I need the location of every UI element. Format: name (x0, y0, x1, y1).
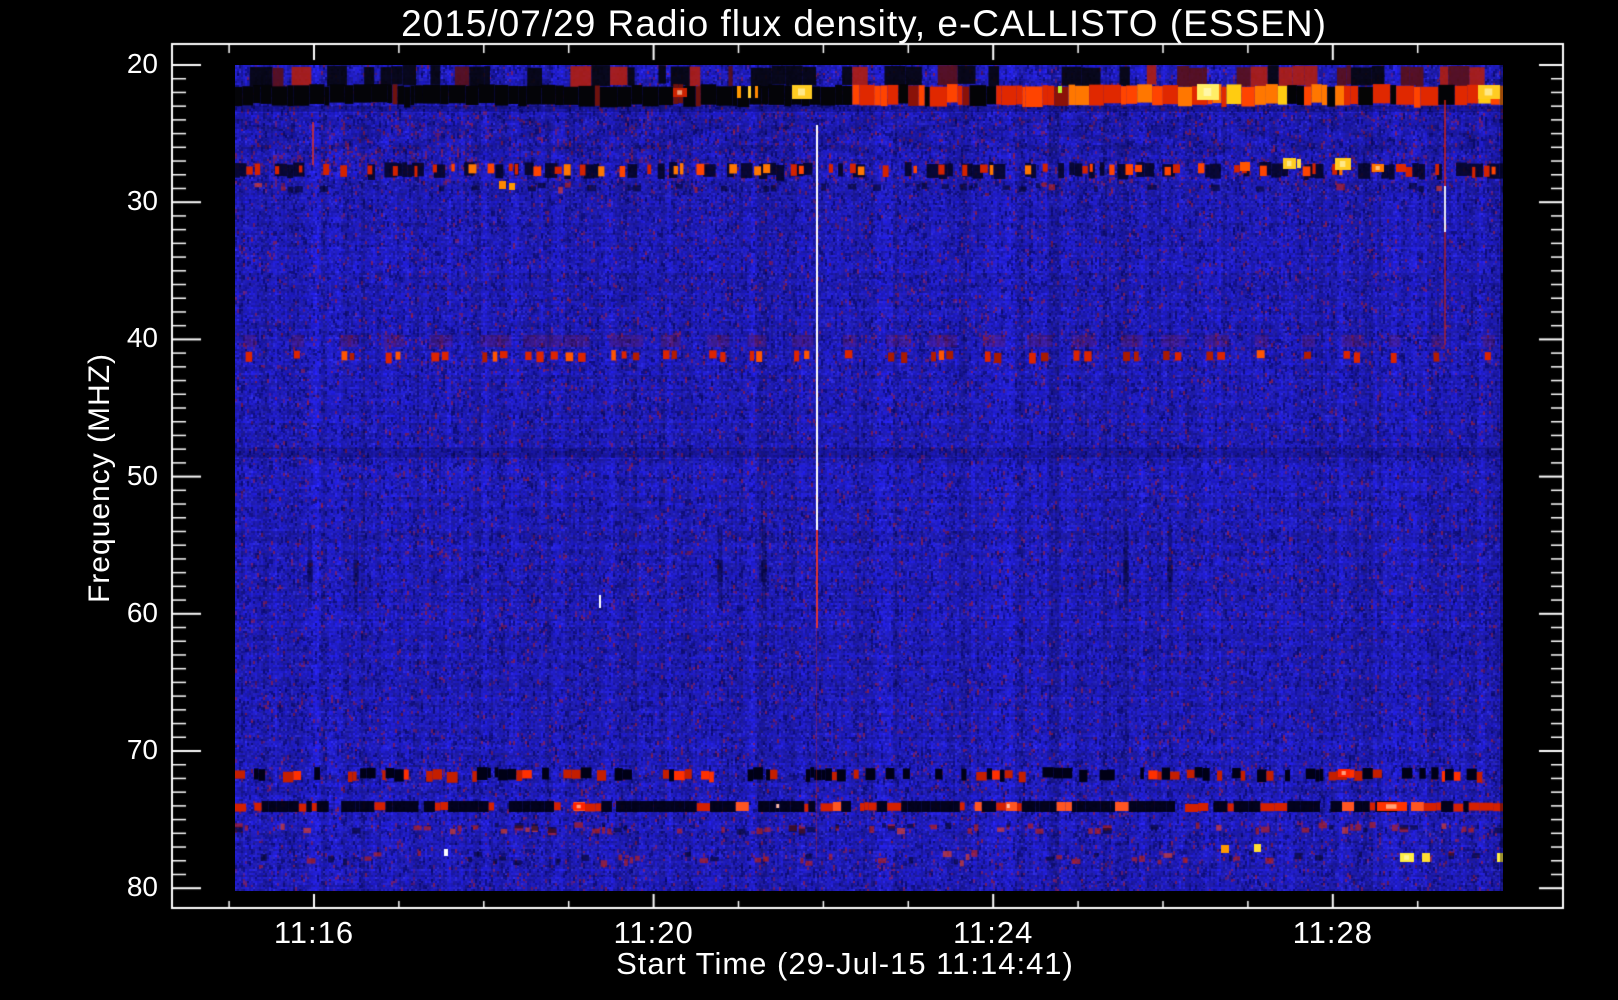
x-tick-label: 11:16 (273, 915, 355, 950)
spectrogram-figure: 2015/07/29 Radio flux density, e-CALLIST… (0, 0, 1618, 1000)
y-tick-label: 40 (126, 322, 158, 354)
y-tick-label: 80 (126, 871, 158, 903)
x-tick-label: 11:28 (1292, 915, 1373, 950)
y-tick-label: 30 (126, 185, 158, 217)
y-tick-label: 20 (126, 48, 158, 79)
y-tick-label: 70 (126, 734, 158, 765)
y-axis-title: Frequency (MHZ) (83, 352, 116, 604)
x-axis-title: Start Time (29-Jul-15 11:14:41) (616, 946, 1074, 981)
axes-canvas (0, 0, 1618, 1000)
